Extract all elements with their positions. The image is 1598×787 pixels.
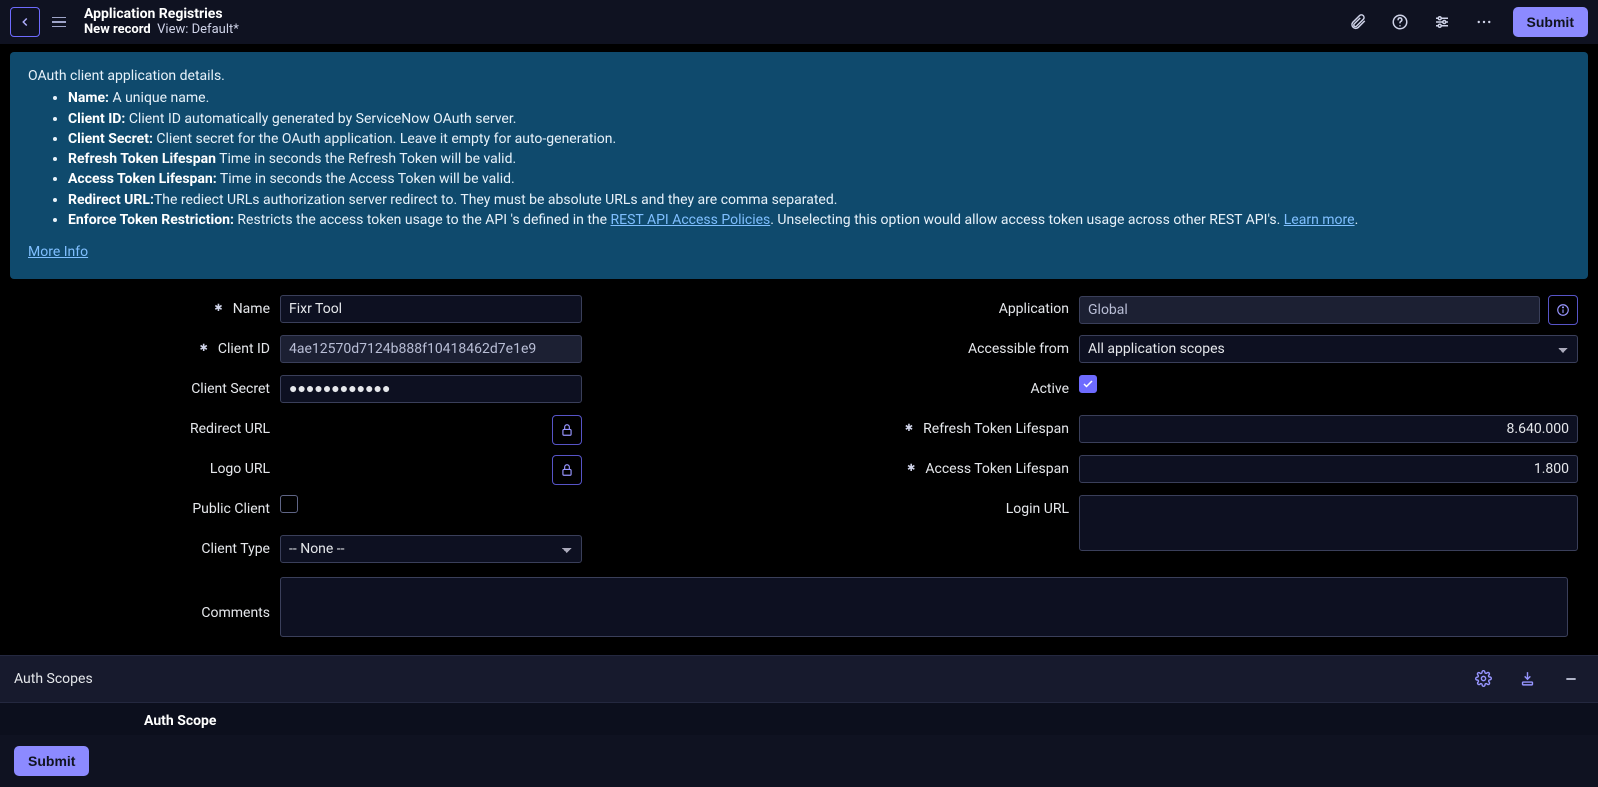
label-active: Active <box>819 375 1079 397</box>
application-input[interactable] <box>1079 296 1540 324</box>
label-accessible-from: Accessible from <box>819 335 1079 357</box>
learn-more-link[interactable]: Learn more <box>1284 212 1355 228</box>
access-lifespan-input[interactable] <box>1079 455 1578 483</box>
name-input[interactable] <box>280 295 582 323</box>
topbar: Application Registries New record View: … <box>0 0 1598 44</box>
info-lead: OAuth client application details. <box>28 66 1570 86</box>
accessible-from-select[interactable]: All application scopes <box>1079 335 1578 363</box>
collapse-icon[interactable] <box>1558 666 1584 692</box>
rest-api-policies-link[interactable]: REST API Access Policies <box>611 212 771 228</box>
page-title: Application Registries <box>84 6 239 22</box>
application-info-button[interactable] <box>1548 295 1578 325</box>
label-redirect-url: Redirect URL <box>20 415 280 437</box>
title-block: Application Registries New record View: … <box>84 6 239 37</box>
gear-icon[interactable] <box>1470 666 1496 692</box>
more-icon[interactable] <box>1471 9 1497 35</box>
more-info-link[interactable]: More Info <box>28 242 88 262</box>
label-comments: Comments <box>20 577 280 641</box>
info-box: OAuth client application details. Name: … <box>10 52 1588 279</box>
auth-scopes-header: Auth Scopes <box>0 655 1598 703</box>
label-refresh-lifespan: Refresh Token Lifespan <box>819 415 1079 437</box>
label-login-url: Login URL <box>819 495 1079 517</box>
label-client-secret: Client Secret <box>20 375 280 397</box>
client-type-select[interactable]: -- None -- <box>280 535 582 563</box>
login-url-textarea[interactable] <box>1079 495 1578 551</box>
active-checkbox[interactable] <box>1079 375 1097 393</box>
attachment-icon[interactable] <box>1345 9 1371 35</box>
refresh-lifespan-input[interactable] <box>1079 415 1578 443</box>
public-client-checkbox[interactable] <box>280 495 298 513</box>
column-auth-scope: Auth Scope <box>130 703 230 739</box>
footer: Submit <box>0 735 1598 787</box>
label-access-lifespan: Access Token Lifespan <box>819 455 1079 477</box>
redirect-url-unlock-button[interactable] <box>552 415 582 445</box>
logo-url-unlock-button[interactable] <box>552 455 582 485</box>
label-client-type: Client Type <box>20 535 280 557</box>
submit-button-bottom[interactable]: Submit <box>14 746 89 776</box>
label-logo-url: Logo URL <box>20 455 280 477</box>
columns-icon[interactable] <box>1514 666 1540 692</box>
page-subtitle: New record View: Default* <box>84 23 239 38</box>
client-secret-input[interactable] <box>280 375 582 403</box>
auth-scopes-title: Auth Scopes <box>14 671 93 687</box>
label-client-id: Client ID <box>20 335 280 357</box>
back-button[interactable] <box>10 7 40 37</box>
comments-textarea[interactable] <box>280 577 1568 637</box>
label-name: Name <box>20 295 280 317</box>
submit-button-top[interactable]: Submit <box>1513 7 1588 37</box>
settings-sliders-icon[interactable] <box>1429 9 1455 35</box>
client-id-input[interactable] <box>280 335 582 363</box>
label-application: Application <box>819 295 1079 317</box>
menu-toggle[interactable] <box>48 13 70 32</box>
label-public-client: Public Client <box>20 495 280 517</box>
help-icon[interactable] <box>1387 9 1413 35</box>
